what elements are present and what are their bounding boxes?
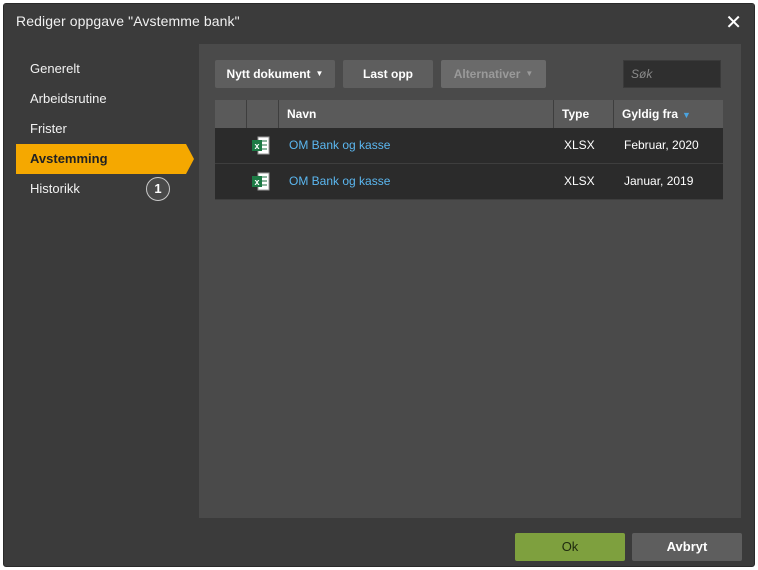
sidebar-item-generelt[interactable]: Generelt (16, 54, 186, 84)
search-input[interactable] (623, 60, 721, 88)
ok-button[interactable]: Ok (515, 533, 625, 561)
svg-text:x: x (254, 141, 259, 151)
table-header: Navn Type Gyldig fra ▼ (215, 100, 723, 128)
documents-table: Navn Type Gyldig fra ▼ x OM Bank og kasse… (215, 100, 723, 200)
alternatives-button[interactable]: Alternativer ▼ (441, 60, 546, 88)
column-header-valid-from-label: Gyldig fra (622, 107, 679, 121)
document-type: XLSX (564, 138, 595, 152)
sidebar-nav: Generelt Arbeidsrutine Frister Avstemmin… (16, 54, 194, 204)
alternatives-label: Alternativer (453, 67, 521, 81)
new-document-button[interactable]: Nytt dokument ▼ (215, 60, 335, 88)
document-valid-from: Februar, 2020 (624, 138, 699, 152)
document-name-link[interactable]: OM Bank og kasse (281, 164, 551, 199)
column-header-type[interactable]: Type (554, 100, 614, 128)
icon-column-header (247, 100, 279, 128)
sidebar-item-label: Historikk (30, 181, 80, 196)
caret-down-icon: ▼ (525, 69, 534, 78)
excel-icon: x (252, 136, 270, 155)
document-type: XLSX (564, 174, 595, 188)
sidebar-item-arbeidsrutine[interactable]: Arbeidsrutine (16, 84, 186, 114)
dialog-titlebar: Rediger oppgave "Avstemme bank" ✕ (4, 4, 754, 40)
caret-down-icon: ▼ (315, 69, 324, 78)
close-icon[interactable]: ✕ (725, 10, 742, 35)
excel-icon: x (252, 172, 270, 191)
table-row[interactable]: x OM Bank og kasse XLSX Februar, 2020 (215, 128, 723, 164)
cancel-button[interactable]: Avbryt (632, 533, 742, 561)
table-row[interactable]: x OM Bank og kasse XLSX Januar, 2019 (215, 164, 723, 200)
sidebar-item-label: Generelt (30, 61, 80, 76)
select-column-header[interactable] (215, 100, 247, 128)
dialog-title: Rediger oppgave "Avstemme bank" (16, 13, 240, 29)
sidebar-item-label: Frister (30, 121, 67, 136)
upload-button[interactable]: Last opp (343, 60, 433, 88)
sidebar-item-avstemming[interactable]: Avstemming (16, 144, 194, 174)
document-name-link[interactable]: OM Bank og kasse (281, 128, 551, 163)
documents-panel: Nytt dokument ▼ Last opp Alternativer ▼ Na… (199, 44, 741, 518)
sidebar-item-frister[interactable]: Frister (16, 114, 186, 144)
sidebar-item-label: Avstemming (30, 151, 108, 166)
new-document-label: Nytt dokument (226, 67, 311, 81)
document-toolbar: Nytt dokument ▼ Last opp Alternativer ▼ (215, 60, 725, 89)
column-header-name[interactable]: Navn (279, 100, 554, 128)
sort-descending-icon: ▼ (682, 110, 691, 120)
sidebar-item-historikk[interactable]: Historikk 1 (16, 174, 186, 204)
svg-text:x: x (254, 177, 259, 187)
edit-task-dialog: Rediger oppgave "Avstemme bank" ✕ Genere… (3, 3, 755, 567)
sidebar-item-label: Arbeidsrutine (30, 91, 107, 106)
column-header-valid-from[interactable]: Gyldig fra ▼ (614, 100, 723, 128)
count-badge: 1 (146, 177, 170, 201)
document-valid-from: Januar, 2019 (624, 174, 694, 188)
